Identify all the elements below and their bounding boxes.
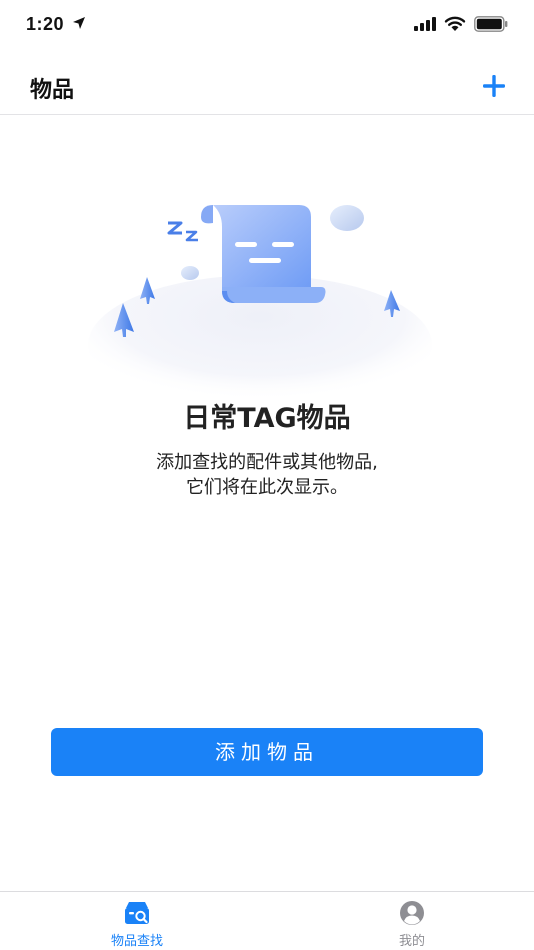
empty-state-description: 添加查找的配件或其他物品, 它们将在此次显示。 [0, 450, 534, 500]
status-bar: 1:20 [0, 0, 534, 52]
wifi-icon [444, 16, 466, 31]
box-search-icon [125, 902, 149, 924]
signal-icon [414, 17, 436, 31]
tab-label-find: 物品查找 [110, 934, 163, 949]
empty-state-desc-line-1: 添加查找的配件或其他物品, [156, 452, 378, 473]
add-item-button[interactable] [480, 72, 508, 100]
nav-bar: 物品 [0, 60, 534, 115]
status-icons [414, 14, 508, 34]
plus-icon [483, 75, 505, 97]
add-item-primary-button[interactable]: 添加物品 [51, 728, 483, 776]
status-time: 1:20 [26, 14, 65, 34]
page-title: 物品 [30, 78, 75, 103]
location-arrow-icon [73, 17, 85, 29]
tab-label-mine: 我的 [398, 934, 425, 949]
tab-item-find[interactable]: 物品查找 [77, 900, 197, 949]
user-icon [400, 901, 424, 925]
tab-bar: 物品查找 我的 [0, 891, 534, 950]
battery-icon [474, 16, 508, 32]
empty-state-desc-line-2: 它们将在此次显示。 [186, 477, 348, 498]
sleeping-scroll-illustration [88, 205, 432, 405]
tab-item-mine[interactable]: 我的 [352, 900, 472, 949]
empty-state-title: 日常TAG物品 [183, 403, 351, 434]
